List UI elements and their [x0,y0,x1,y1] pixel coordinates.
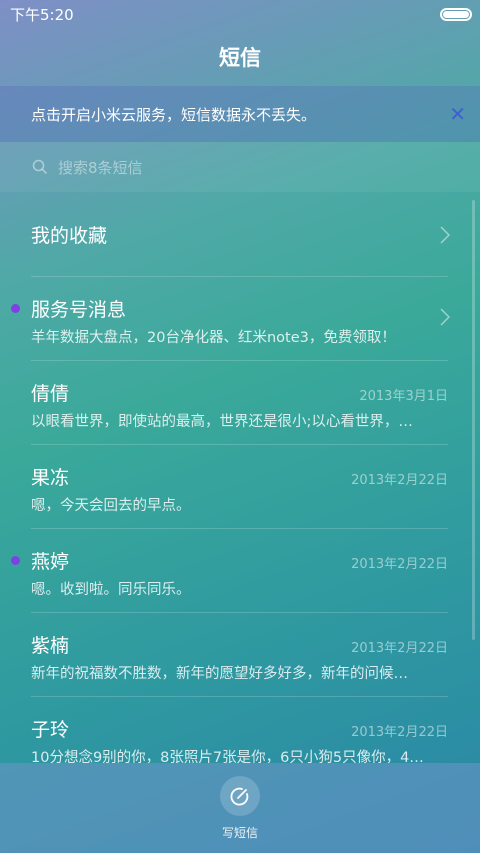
conversation-preview: 嗯，今天会回去的早点。 [31,498,191,514]
conversation-preview: 羊年数据大盘点，20台净化器、红米note3，免费领取！ [31,330,396,346]
conversation-preview: 新年的祝福数不胜数，新年的愿望好多好多，新年的问候… [31,666,408,682]
conversation-preview: 以眼看世界，即使站的最高，世界还是很小;以心看世界，… [31,414,413,430]
close-icon[interactable]: ✕ [449,102,466,126]
conversation-name: 燕婷 [31,551,70,573]
conversation-name: 子玲 [31,719,70,741]
favorites-label: 我的收藏 [31,225,108,247]
conversation-preview: 嗯。收到啦。同乐同乐。 [31,582,191,598]
favorites-item[interactable]: 我的收藏 [31,193,450,277]
conversation-preview: 10分想念9别的你，8张照片7张是你，6只小狗5只像你，4… [31,750,424,763]
conversation-date: 2013年3月1日 [359,389,448,404]
chevron-right-icon [440,308,450,326]
search-placeholder: 搜索8条短信 [58,158,143,177]
search-icon [32,159,48,175]
conversation-row[interactable]: 服务号消息 羊年数据大盘点，20台净化器、红米note3，免费领取！ [11,277,450,361]
conversation-name: 果冻 [31,467,70,489]
conversation-name: 服务号消息 [31,299,127,321]
status-time: 下午5:20 [10,5,74,24]
conversation-name: 紫楠 [31,635,70,657]
chevron-right-icon [440,226,450,244]
conversation-name: 倩倩 [31,383,70,405]
battery-icon [440,7,472,21]
compose-icon[interactable] [220,775,260,816]
status-bar: 下午5:20 [0,0,480,28]
conversation-row[interactable]: 燕婷 2013年2月22日 嗯。收到啦。同乐同乐。 [11,529,448,613]
search-input[interactable]: 搜索8条短信 [0,142,480,192]
conversation-row[interactable]: 子玲 2013年2月22日 10分想念9别的你，8张照片7张是你，6只小狗5只像… [31,697,448,763]
unread-dot [11,556,20,565]
conversation-date: 2013年2月22日 [351,641,448,656]
unread-dot [11,304,20,313]
conversation-date: 2013年2月22日 [351,557,448,572]
conversation-row[interactable]: 倩倩 2013年3月1日 以眼看世界，即使站的最高，世界还是很小;以心看世界，… [31,361,448,445]
conversation-list[interactable]: 我的收藏 服务号消息 羊年数据大盘点，20台净化器、红米note3，免费领取！ … [0,193,480,763]
page-title: 短信 [219,46,261,70]
banner-text: 点击开启小米云服务，短信数据永不丢失。 [31,105,317,124]
conversation-row[interactable]: 紫楠 2013年2月22日 新年的祝福数不胜数，新年的愿望好多好多，新年的问候… [31,613,448,697]
conversation-date: 2013年2月22日 [351,725,448,740]
compose-button[interactable]: 写短信 [0,763,480,853]
conversation-row[interactable]: 果冻 2013年2月22日 嗯，今天会回去的早点。 [31,445,448,529]
cloud-service-banner[interactable]: 点击开启小米云服务，短信数据永不丢失。 ✕ [0,86,480,142]
scrollbar[interactable] [472,200,475,640]
compose-label: 写短信 [221,825,258,840]
conversation-date: 2013年2月22日 [351,473,448,488]
